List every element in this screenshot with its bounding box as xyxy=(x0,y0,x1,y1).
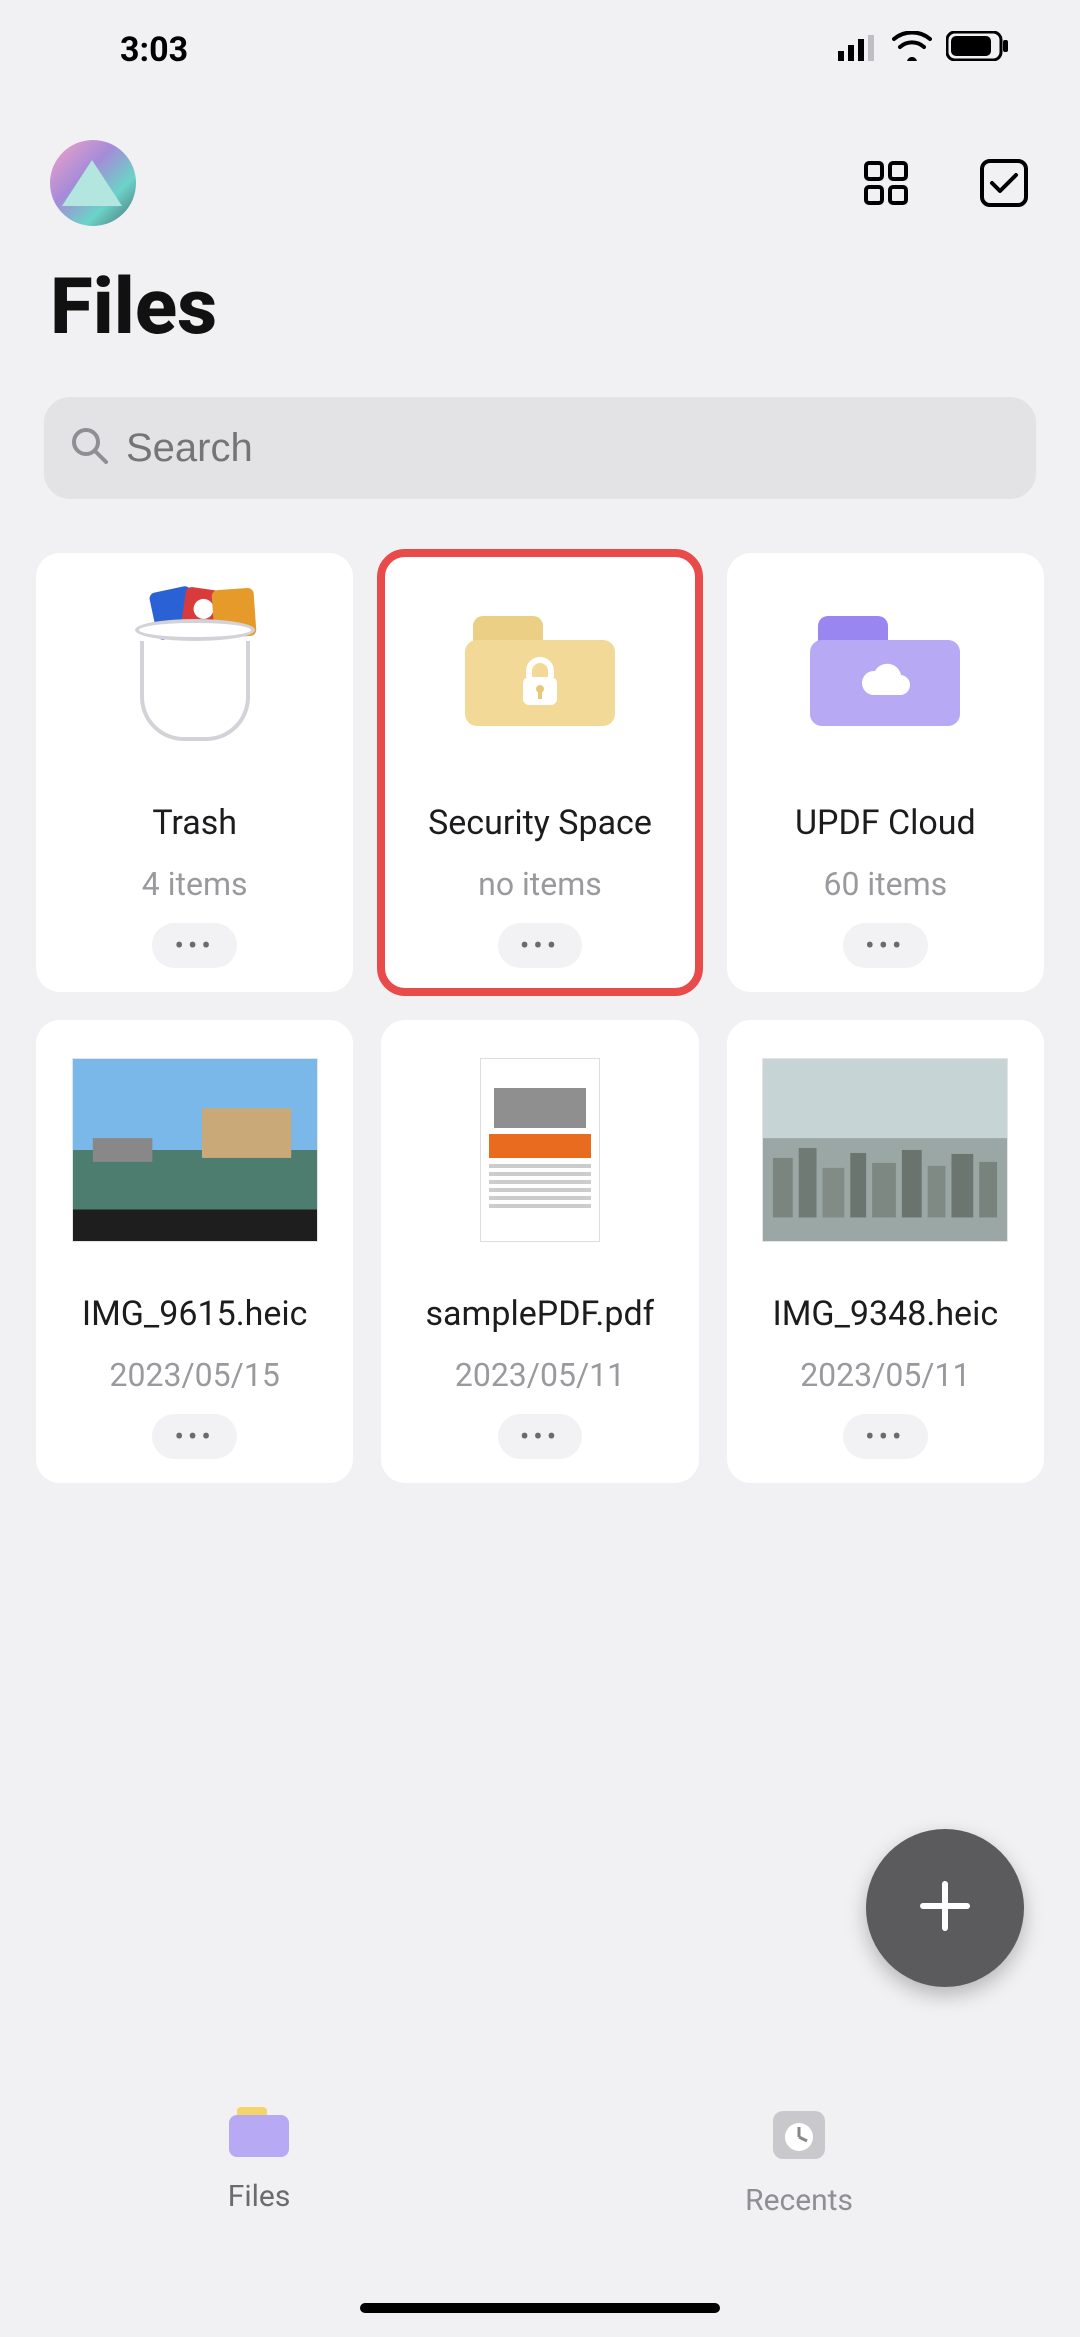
tab-label: Files xyxy=(228,2179,291,2214)
search-icon xyxy=(70,426,110,470)
folder-card-security-space[interactable]: Security Space no items ••• xyxy=(381,553,698,992)
cellular-icon xyxy=(838,30,878,70)
tab-files[interactable]: Files xyxy=(227,2107,291,2214)
card-title: UPDF Cloud xyxy=(795,803,976,843)
home-indicator xyxy=(360,2303,720,2313)
status-indicators xyxy=(838,30,1010,70)
more-icon[interactable]: ••• xyxy=(498,923,582,968)
card-title: Security Space xyxy=(428,803,652,843)
folder-lock-icon xyxy=(450,591,630,751)
tab-bar: Files Recents xyxy=(0,2077,1080,2337)
plus-icon xyxy=(913,1874,977,1942)
card-subtitle: 2023/05/15 xyxy=(110,1356,280,1394)
card-subtitle: 4 items xyxy=(142,865,248,903)
tab-recents[interactable]: Recents xyxy=(745,2107,853,2218)
folder-cloud-icon xyxy=(795,591,975,751)
tab-label: Recents xyxy=(745,2183,853,2218)
avatar[interactable] xyxy=(50,140,136,226)
file-card-img-9615[interactable]: IMG_9615.heic 2023/05/15 ••• xyxy=(36,1020,353,1483)
image-thumbnail xyxy=(762,1058,1008,1242)
header-row xyxy=(0,100,1080,226)
card-title: IMG_9615.heic xyxy=(82,1294,308,1334)
more-icon[interactable]: ••• xyxy=(152,923,236,968)
view-grid-icon[interactable] xyxy=(860,157,912,209)
battery-icon xyxy=(946,30,1010,70)
pdf-thumbnail xyxy=(480,1058,600,1242)
card-title: IMG_9348.heic xyxy=(773,1294,999,1334)
wifi-icon xyxy=(892,30,932,70)
more-icon[interactable]: ••• xyxy=(843,923,927,968)
card-subtitle: no items xyxy=(478,865,602,903)
more-icon[interactable]: ••• xyxy=(152,1414,236,1459)
folder-card-trash[interactable]: Trash 4 items ••• xyxy=(36,553,353,992)
card-title: Trash xyxy=(152,803,237,843)
files-grid: Trash 4 items ••• Security Space no item… xyxy=(0,499,1080,1483)
file-card-samplepdf[interactable]: samplePDF.pdf 2023/05/11 ••• xyxy=(381,1020,698,1483)
status-bar: 3:03 xyxy=(0,0,1080,100)
trash-icon xyxy=(105,591,285,751)
more-icon[interactable]: ••• xyxy=(498,1414,582,1459)
header-actions xyxy=(860,157,1030,209)
file-card-img-9348[interactable]: IMG_9348.heic 2023/05/11 ••• xyxy=(727,1020,1044,1483)
folder-icon xyxy=(227,2107,291,2167)
clock-icon xyxy=(769,2107,829,2171)
card-subtitle: 2023/05/11 xyxy=(455,1356,625,1394)
folder-card-updf-cloud[interactable]: UPDF Cloud 60 items ••• xyxy=(727,553,1044,992)
more-icon[interactable]: ••• xyxy=(843,1414,927,1459)
search-input[interactable] xyxy=(126,426,1010,471)
search-bar[interactable] xyxy=(44,397,1036,499)
select-mode-icon[interactable] xyxy=(978,157,1030,209)
status-time: 3:03 xyxy=(120,30,188,70)
card-subtitle: 2023/05/11 xyxy=(800,1356,970,1394)
add-button[interactable] xyxy=(866,1829,1024,1987)
page-title: Files xyxy=(0,226,1080,377)
card-subtitle: 60 items xyxy=(823,865,947,903)
card-title: samplePDF.pdf xyxy=(426,1294,655,1334)
image-thumbnail xyxy=(72,1058,318,1242)
